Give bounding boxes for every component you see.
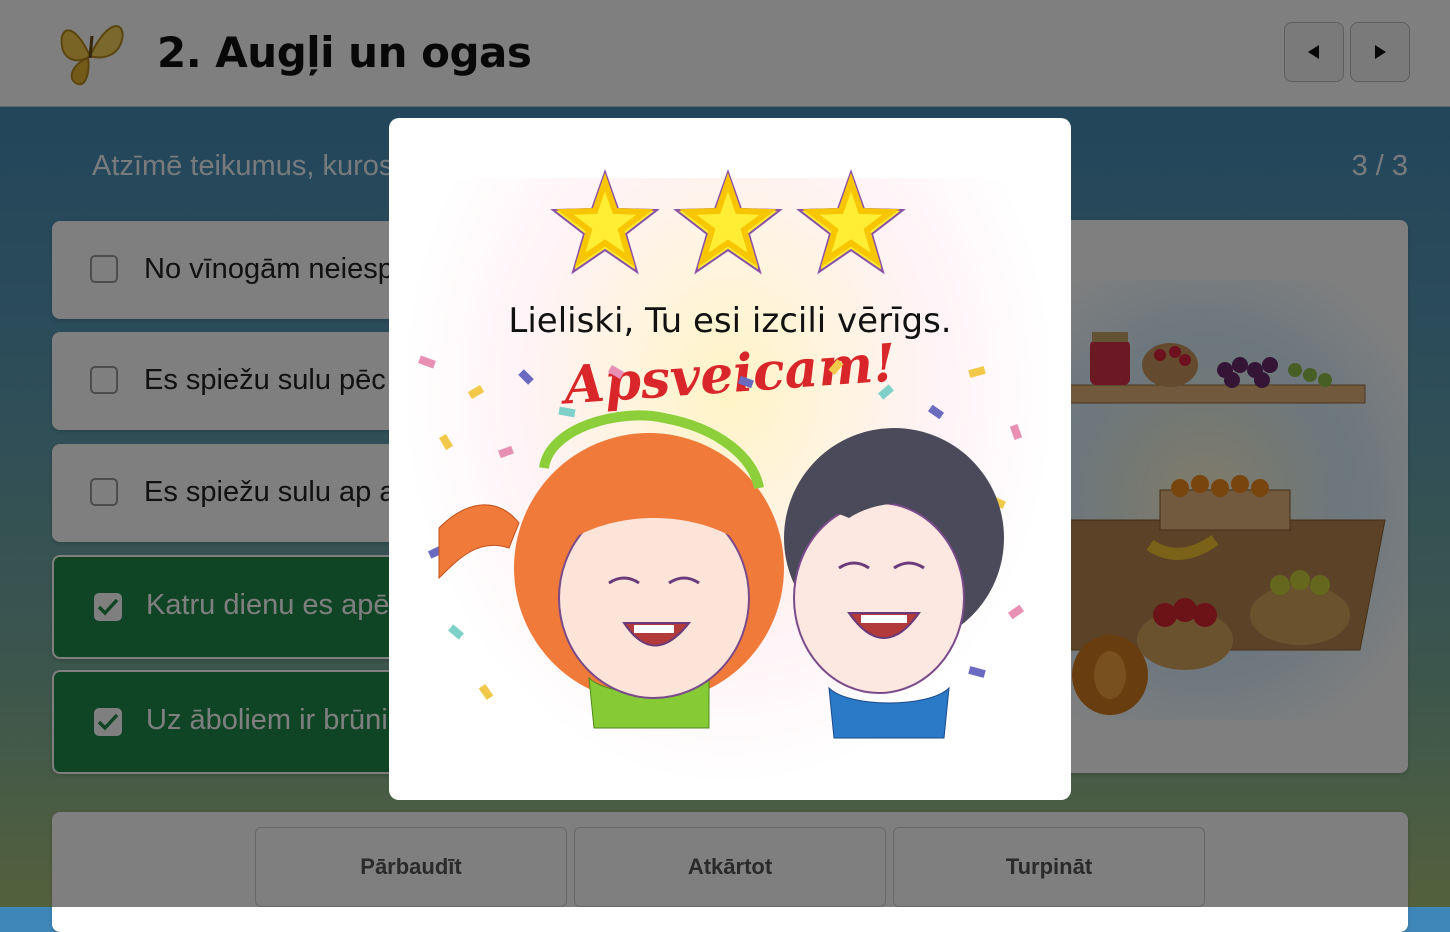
celebrating-kids-illustration [418, 355, 1025, 739]
star-icon [796, 168, 906, 275]
star-icon [673, 168, 783, 275]
star-icon [550, 168, 660, 275]
result-modal: Lieliski, Tu esi izcili vērīgs. Apsveica… [389, 118, 1071, 800]
stars-rating [550, 168, 906, 275]
